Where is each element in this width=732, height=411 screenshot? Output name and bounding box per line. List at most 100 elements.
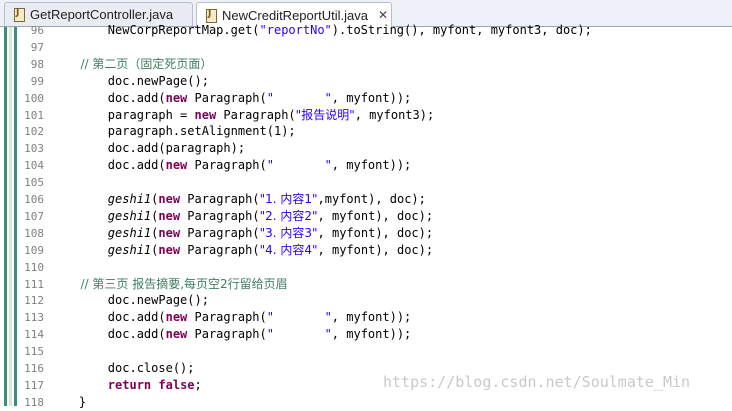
code-token: , myfont), doc); — [317, 242, 434, 257]
code-token: , myfont)); — [331, 158, 412, 173]
code-token: , myfont), doc); — [317, 225, 434, 240]
code-token: paragraph.setAlignment(1); — [50, 124, 296, 139]
line-number: 110 — [24, 260, 44, 274]
code-token: "reportNo" — [259, 23, 332, 37]
code-text: } — [50, 394, 86, 411]
code-text: NewCorpReportMap.get("reportNo").toStrin… — [50, 22, 592, 39]
code-text: doc.add(new Paragraph(" ", myfont)); — [50, 326, 411, 343]
code-token: Paragraph( — [187, 90, 267, 105]
code-line: 102 paragraph.setAlignment(1); — [0, 123, 732, 140]
code-token: false — [158, 377, 195, 392]
code-token: geshi1 — [107, 208, 152, 223]
code-token: } — [50, 394, 87, 409]
code-line: 112 doc.newPage(); — [0, 292, 732, 309]
line-number: 100 — [24, 91, 44, 105]
code-token: new — [165, 90, 188, 105]
code-line: 108 geshi1(new Paragraph("3. 内容3", myfon… — [0, 225, 732, 242]
line-number: 114 — [24, 328, 44, 342]
code-token: NewCorpReportMap.get( — [50, 23, 260, 37]
code-token: Paragraph( — [180, 225, 260, 240]
code-text: doc.newPage(); — [50, 292, 209, 309]
line-number: 118 — [24, 395, 44, 409]
code-token: " " — [266, 90, 332, 105]
code-text: paragraph = new Paragraph("报告说明", myfont… — [50, 107, 434, 124]
code-token: new — [158, 208, 181, 223]
code-token: doc.add( — [50, 310, 166, 325]
code-token: doc.add( — [50, 158, 166, 173]
line-number: 116 — [24, 362, 44, 375]
code-text: doc.add(new Paragraph(" ", myfont)); — [50, 157, 411, 174]
code-token: " " — [266, 158, 332, 173]
code-token: new — [165, 158, 188, 173]
code-token: new — [165, 327, 188, 342]
code-token: new — [194, 107, 217, 122]
code-token: Paragraph( — [180, 208, 260, 223]
code-token: ).toString(), myfont, myfont3, doc); — [331, 23, 592, 37]
code-token: geshi1 — [107, 192, 152, 206]
code-token: new — [158, 242, 181, 257]
java-file-icon: J — [206, 8, 217, 23]
line-number: 112 — [24, 294, 44, 308]
code-token: Paragraph( — [180, 242, 260, 257]
java-file-icon: J — [14, 8, 25, 22]
tab-label: GetReportController.java — [30, 7, 174, 22]
code-line: 109 geshi1(new Paragraph("4. 内容4", myfon… — [0, 242, 732, 259]
code-text: geshi1(new Paragraph("3. 内容3", myfont), … — [50, 225, 433, 242]
code-token: "3. 内容3" — [259, 225, 318, 240]
line-number: 104 — [24, 159, 44, 173]
code-line: 98 // 第二页（固定死页面） — [0, 56, 732, 73]
close-icon[interactable]: ✕ — [378, 8, 388, 22]
code-token: // 第二页（固定死页面） — [50, 56, 213, 71]
line-number: 101 — [24, 108, 44, 122]
code-line: 101 paragraph = new Paragraph("报告说明", my… — [0, 107, 732, 124]
line-number: 105 — [24, 176, 44, 190]
code-token: , myfont)); — [331, 310, 412, 325]
code-token: paragraph = — [50, 107, 195, 122]
code-token: new — [158, 225, 181, 240]
code-token: new — [158, 192, 181, 206]
code-text: doc.add(paragraph); — [50, 140, 245, 157]
code-line: 111 // 第三页 报告摘要,每页空2行留给页眉 — [0, 276, 732, 293]
code-text: paragraph.setAlignment(1); — [50, 123, 296, 140]
code-token: , myfont)); — [331, 90, 412, 105]
code-token: "4. 内容4" — [259, 242, 318, 257]
code-line: 97 — [0, 39, 732, 56]
code-token: doc.add( — [50, 90, 166, 105]
code-line: 103 doc.add(paragraph); — [0, 140, 732, 157]
tab-label: NewCreditReportUtil.java — [222, 7, 368, 23]
code-token: new — [165, 310, 188, 325]
code-token: Paragraph( — [180, 192, 260, 206]
code-text: doc.newPage(); — [50, 73, 209, 90]
code-token: doc.newPage(); — [50, 293, 209, 308]
line-number: 98 — [30, 57, 44, 71]
code-text: return false; — [50, 377, 202, 394]
code-token: , myfont), doc); — [317, 208, 434, 223]
code-text: geshi1(new Paragraph("1. 内容1",myfont), d… — [50, 191, 426, 208]
code-line: 96 NewCorpReportMap.get("reportNo").toSt… — [0, 22, 732, 39]
code-line: 107 geshi1(new Paragraph("2. 内容2", myfon… — [0, 208, 732, 225]
code-token: geshi1 — [107, 225, 152, 240]
code-text: geshi1(new Paragraph("2. 内容2", myfont), … — [50, 208, 433, 225]
line-number: 117 — [24, 378, 44, 392]
code-token: Paragraph( — [216, 107, 296, 122]
code-token: ,myfont), doc); — [317, 192, 426, 206]
code-line: 118 } — [0, 394, 732, 411]
line-number: 96 — [30, 24, 44, 37]
code-line: 99 doc.newPage(); — [0, 73, 732, 90]
line-number: 109 — [24, 243, 44, 257]
code-line: 115 — [0, 343, 732, 360]
line-number: 107 — [24, 209, 44, 223]
line-number: 103 — [24, 142, 44, 156]
code-line: 114 doc.add(new Paragraph(" ", myfont)); — [0, 326, 732, 343]
code-text: geshi1(new Paragraph("4. 内容4", myfont), … — [50, 242, 433, 259]
code-line: 110 — [0, 259, 732, 276]
code-text: // 第二页（固定死页面） — [50, 56, 213, 73]
code-text: // 第三页 报告摘要,每页空2行留给页眉 — [50, 276, 288, 293]
code-line: 100 doc.add(new Paragraph(" ", myfont)); — [0, 90, 732, 107]
code-token: " " — [266, 327, 332, 342]
code-token: doc.add(paragraph); — [50, 141, 246, 156]
code-token: "报告说明" — [295, 107, 355, 122]
